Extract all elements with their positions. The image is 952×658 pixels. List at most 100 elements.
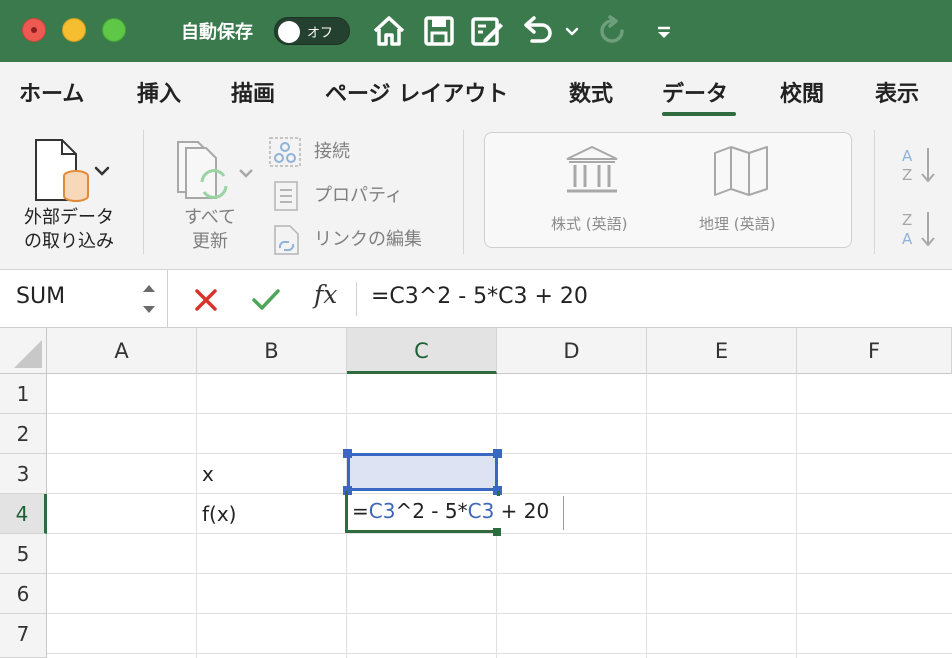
undo-icon[interactable] [520,14,554,48]
zoom-window-button[interactable] [102,18,126,42]
redo-icon[interactable] [596,14,630,48]
select-all-triangle-icon [14,340,42,368]
row-header-1[interactable]: 1 [0,374,47,414]
svg-text:A: A [902,147,913,165]
row-gridline [47,653,952,654]
geography-button[interactable]: 地理 (英語) [685,141,799,239]
edit-middle: ^2 - 5* [395,499,468,523]
formula-input[interactable]: =C3^2 - 5*C3 + 20 [371,284,588,309]
fill-handle[interactable] [493,528,501,536]
tab-page-layout[interactable]: ページ レイアウト [325,76,508,108]
tab-formulas[interactable]: 数式 [569,76,613,108]
svg-text:Z: Z [902,211,912,229]
svg-text:Z: Z [902,166,912,184]
save-icon[interactable] [422,14,456,48]
edit-tail: + 20 [494,499,550,523]
edit-ref-c3: C3 [368,499,396,523]
minimize-window-button[interactable] [62,18,86,42]
edit-equals: = [352,499,369,523]
stocks-label: 株式 (英語) [551,215,628,233]
autosave-label: 自動保存 [181,22,253,43]
bank-icon [566,145,618,193]
cell-edit-text: =C3^2 - 5*C3 + 20 [352,499,549,523]
cancel-entry-icon[interactable] [192,286,220,314]
reference-handle[interactable] [493,449,502,458]
row-gridline [47,573,952,574]
connections-icon [269,137,301,167]
refresh-all-label-2: 更新 [192,231,228,252]
row-gridline [47,413,952,414]
tab-review[interactable]: 校閲 [780,76,824,108]
column-header-e[interactable]: E [647,328,797,374]
map-icon [714,146,768,196]
column-header-c[interactable]: C [347,328,497,374]
properties-icon [274,181,298,211]
ribbon-data-panel: 外部データ の取り込み すべて 更新 接続 プロパティ リンクの編集 株式 (英… [0,122,952,270]
stocks-button[interactable]: 株式 (英語) [535,141,649,239]
tab-insert[interactable]: 挿入 [137,76,181,108]
get-external-data-button[interactable]: 外部データ の取り込み [14,136,124,260]
external-data-label-2: の取り込み [24,231,114,252]
row-header-4[interactable]: 4 [0,494,47,534]
name-box[interactable]: SUM [0,270,168,327]
edit-ref-c3: C3 [467,499,495,523]
reference-handle[interactable] [343,449,352,458]
sort-z-to-a-icon: Z A [902,211,935,248]
edit-document-icon[interactable] [470,14,504,48]
row-header-3[interactable]: 3 [0,454,47,494]
column-gridline [646,374,647,658]
column-header-b[interactable]: B [197,328,347,374]
sort-a-to-z-icon: A Z [902,147,935,184]
referenced-cell-c3[interactable] [347,453,498,491]
refresh-all-button[interactable]: すべて 更新 [166,136,258,260]
tab-draw[interactable]: 描画 [231,76,275,108]
geography-label: 地理 (英語) [699,215,776,233]
formula-bar-divider [356,282,357,316]
connections-button[interactable]: 接続 [268,136,448,170]
sort-ascending-button[interactable]: A Z [900,144,940,186]
undo-dropdown-icon[interactable] [562,14,582,48]
sort-descending-button[interactable]: Z A [900,208,940,250]
row-header-2[interactable]: 2 [0,414,47,454]
customize-toolbar-icon[interactable] [652,14,676,48]
tab-view[interactable]: 表示 [875,76,919,108]
row-header-7[interactable]: 7 [0,614,47,658]
external-data-label-1: 外部データ [24,207,114,228]
autosave-state: オフ [307,26,334,41]
column-gridline [796,374,797,658]
home-icon[interactable] [372,14,406,48]
active-tab-indicator [662,112,736,116]
edit-links-icon [274,225,299,255]
name-box-stepper-icon[interactable] [140,280,158,318]
data-types-gallery: 株式 (英語) 地理 (英語) [484,132,852,248]
svg-text:A: A [902,230,913,248]
properties-button[interactable]: プロパティ [268,180,448,214]
confirm-entry-icon[interactable] [250,286,282,314]
ribbon-separator [874,130,875,254]
name-box-value: SUM [16,284,66,309]
ribbon-separator [463,130,464,254]
formula-bar: SUM fx =C3^2 - 5*C3 + 20 [0,270,952,328]
ribbon-tab-bar: ホーム 挿入 描画 ページ レイアウト 数式 データ 校閲 表示 [0,62,952,122]
autosave-toggle[interactable]: オフ [274,17,350,45]
column-header-f[interactable]: F [797,328,952,374]
select-all-corner[interactable] [0,328,47,374]
refresh-all-icon [177,141,253,199]
toggle-knob [278,21,300,43]
close-window-button[interactable] [22,18,46,42]
cell-b4[interactable]: f(x) [202,502,236,526]
in-cell-editor[interactable]: =C3^2 - 5*C3 + 20 [348,496,564,530]
title-bar: 自動保存 オフ [0,0,952,62]
tab-home[interactable]: ホーム [19,76,84,108]
spreadsheet-grid: A B C D E F 1 2 3 4 5 6 7 x f(x) =C3^2 -… [0,328,952,658]
external-data-icon [35,139,110,202]
tab-data[interactable]: データ [662,76,728,108]
column-header-a[interactable]: A [47,328,197,374]
cell-b3[interactable]: x [202,462,214,486]
edit-links-button[interactable]: リンクの編集 [268,224,448,258]
column-gridline [196,374,197,658]
row-header-5[interactable]: 5 [0,534,47,574]
column-header-d[interactable]: D [497,328,647,374]
row-header-6[interactable]: 6 [0,574,47,614]
insert-function-button[interactable]: fx [314,280,337,309]
